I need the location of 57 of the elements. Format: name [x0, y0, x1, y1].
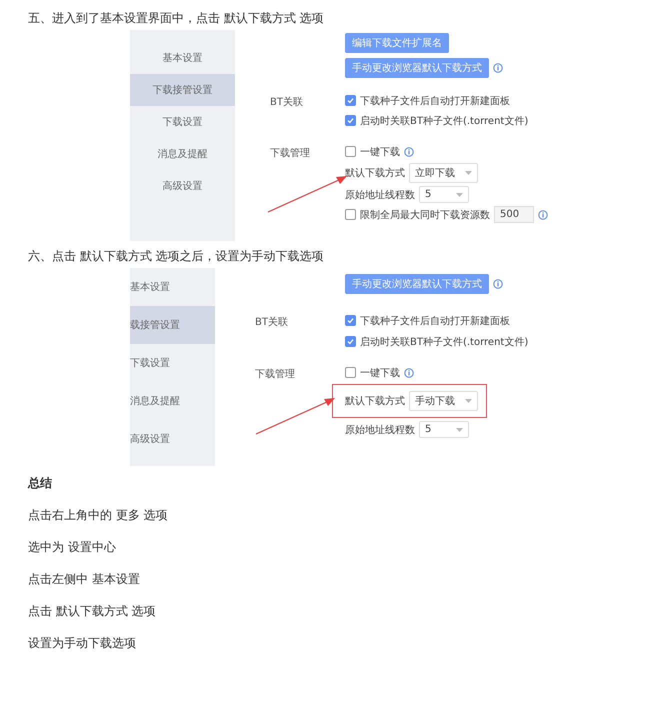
sidebar-item[interactable]: 载接管设置 [130, 306, 215, 344]
checkbox-label: 限制全局最大同时下载资源数 [360, 208, 490, 222]
summary-title: 总结 [28, 475, 53, 492]
action-button[interactable]: 手动更改浏览器默认下载方式 [345, 274, 489, 294]
checkbox-label: 一键下载 [360, 366, 400, 380]
group-label: 下载管理 [254, 368, 296, 381]
dropdown[interactable]: 手动下载 [409, 391, 478, 411]
field-label: 默认下载方式 [345, 394, 405, 408]
sidebar-item[interactable]: 基本设置 [130, 42, 235, 74]
checkbox-label: 启动时关联BT种子文件(.torrent文件) [360, 114, 528, 128]
info-icon [404, 146, 414, 156]
field-label: 原始地址线程数 [345, 424, 415, 436]
field-label: 默认下载方式 [345, 166, 405, 180]
action-button[interactable]: 编辑下载文件扩展名 [345, 33, 449, 53]
number-field[interactable]: 500 [494, 206, 534, 223]
summary-line: 选中为 设置中心 [28, 539, 117, 556]
sidebar-item[interactable]: 高级设置 [130, 420, 215, 458]
sidebar-item[interactable]: 消息及提醒 [130, 382, 215, 420]
checkbox[interactable] [345, 367, 356, 378]
checkbox[interactable] [345, 209, 356, 220]
sidebar-item[interactable]: 高级设置 [130, 170, 235, 202]
summary-line: 点击右上角中的 更多 选项 [28, 507, 169, 524]
checkbox-label: 一键下载 [360, 146, 400, 158]
step-heading: 六、点击 默认下载方式 选项之后，设置为手动下载选项 [28, 248, 325, 265]
checkbox[interactable] [345, 146, 356, 157]
info-icon [493, 63, 503, 73]
summary-line: 点击 默认下载方式 选项 [28, 603, 157, 620]
summary-line: 点击左侧中 基本设置 [28, 571, 141, 588]
sidebar-item[interactable]: 下载设置 [130, 106, 235, 138]
checkbox[interactable] [345, 115, 356, 126]
info-icon [404, 368, 414, 378]
caret-icon [465, 171, 472, 175]
dropdown[interactable]: 5 [419, 421, 469, 438]
info-icon [538, 210, 548, 220]
summary-line: 设置为手动下载选项 [28, 635, 137, 652]
sidebar-item[interactable]: 下载设置 [130, 344, 215, 382]
sidebar-item[interactable]: 消息及提醒 [130, 138, 235, 170]
group-label: 下载管理 [269, 146, 311, 160]
checkbox[interactable] [345, 315, 356, 326]
info-icon [493, 279, 503, 289]
checkbox[interactable] [345, 95, 356, 106]
caret-icon [456, 192, 463, 196]
checkbox-label: 下载种子文件后自动打开新建面板 [360, 314, 510, 328]
group-label: BT关联 [269, 96, 304, 109]
sidebar-item[interactable]: 下载接管设置 [130, 74, 235, 106]
dropdown[interactable]: 5 [419, 186, 469, 203]
checkbox-label: 下载种子文件后自动打开新建面板 [360, 94, 510, 108]
checkbox[interactable] [345, 336, 356, 347]
caret-icon [456, 428, 463, 432]
checkbox-label: 启动时关联BT种子文件(.torrent文件) [360, 336, 528, 348]
action-button[interactable]: 手动更改浏览器默认下载方式 [345, 58, 489, 78]
field-label: 原始地址线程数 [345, 188, 415, 202]
step-heading: 五、进入到了基本设置界面中，点击 默认下载方式 选项 [28, 10, 325, 27]
sidebar-item[interactable]: 基本设置 [130, 268, 215, 306]
caret-icon [465, 399, 472, 403]
group-label: BT关联 [254, 316, 289, 329]
dropdown[interactable]: 立即下载 [409, 163, 478, 183]
